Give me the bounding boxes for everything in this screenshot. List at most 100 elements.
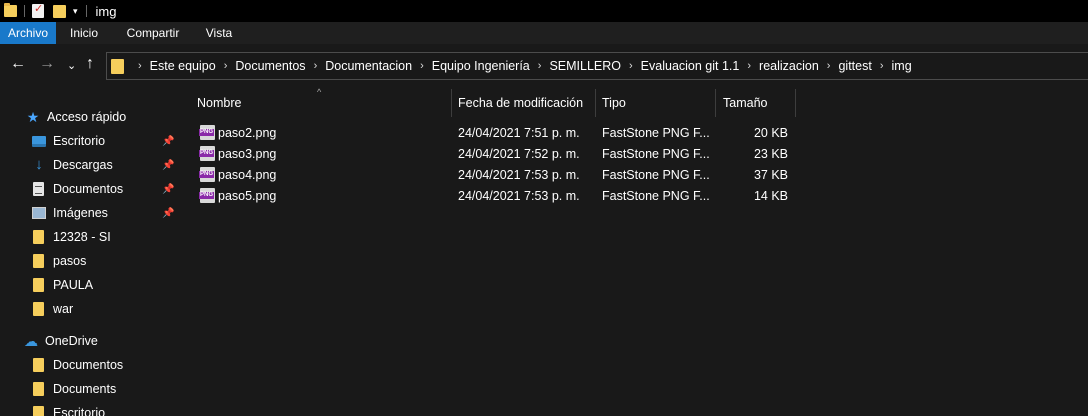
- column-header-tipo[interactable]: Tipo: [602, 89, 626, 117]
- chevron-right-icon[interactable]: ›: [138, 60, 142, 72]
- breadcrumb-realizacion[interactable]: realizacion: [759, 59, 819, 73]
- chevron-right-icon[interactable]: ›: [747, 60, 751, 72]
- file-name: paso4.png: [218, 167, 277, 182]
- sidebar-item-descargas[interactable]: ↓ Descargas 📌: [0, 153, 180, 177]
- sidebar-item-imagenes[interactable]: Imágenes 📌: [0, 201, 180, 225]
- sidebar-item-label: Documentos: [53, 358, 124, 372]
- breadcrumb-este-equipo[interactable]: Este equipo: [150, 59, 216, 73]
- file-type: FastStone PNG F...: [602, 188, 710, 203]
- file-type: FastStone PNG F...: [602, 125, 710, 140]
- chevron-right-icon[interactable]: ›: [827, 60, 831, 72]
- folder-icon: [111, 58, 124, 74]
- recent-locations-chevron-down-icon[interactable]: ⌄: [67, 59, 76, 72]
- folder-icon: [33, 406, 44, 416]
- sidebar-item-onedrive-escritorio[interactable]: Escritorio: [0, 401, 180, 416]
- sidebar-item-escritorio[interactable]: Escritorio 📌: [0, 129, 180, 153]
- sidebar-item-label: Documents: [53, 382, 117, 396]
- column-header-tamano[interactable]: Tamaño: [723, 89, 767, 117]
- tab-vista[interactable]: Vista: [194, 22, 244, 44]
- tab-inicio[interactable]: Inicio: [56, 22, 112, 44]
- png-file-icon: [199, 188, 215, 203]
- sidebar-item-12328-si[interactable]: 12328 - SI: [0, 225, 180, 249]
- chevron-right-icon[interactable]: ›: [420, 60, 424, 72]
- up-arrow-icon[interactable]: ↑: [86, 55, 94, 73]
- window-title: img: [95, 3, 117, 19]
- column-header-fecha[interactable]: Fecha de modificación: [458, 89, 583, 117]
- column-resize-handle[interactable]: [795, 89, 796, 117]
- file-size: 23 KB: [753, 146, 788, 161]
- sidebar-item-onedrive-documents[interactable]: Documents: [0, 377, 180, 401]
- file-name: paso2.png: [218, 125, 277, 140]
- folder-icon: [33, 254, 44, 268]
- documents-icon: [33, 182, 44, 196]
- sidebar-item-pasos[interactable]: pasos: [0, 249, 180, 273]
- chevron-right-icon[interactable]: ›: [538, 60, 542, 72]
- breadcrumb-documentos[interactable]: Documentos: [235, 59, 305, 73]
- file-row-paso4[interactable]: paso4.png 24/04/2021 7:53 p. m. FastSton…: [180, 164, 1088, 185]
- png-file-icon: [199, 125, 215, 140]
- png-file-icon: [199, 167, 215, 182]
- folder-icon: [33, 278, 44, 292]
- file-date: 24/04/2021 7:53 p. m.: [458, 167, 580, 182]
- sidebar-item-label: Escritorio: [53, 134, 106, 148]
- pin-icon: 📌: [162, 207, 175, 219]
- file-name: paso5.png: [218, 188, 277, 203]
- column-header-nombre[interactable]: Nombre: [197, 89, 241, 117]
- file-type: FastStone PNG F...: [602, 146, 710, 161]
- column-resize-handle[interactable]: [715, 89, 716, 117]
- sidebar-item-label: Documentos: [53, 182, 124, 196]
- chevron-right-icon[interactable]: ›: [880, 60, 884, 72]
- pin-icon: 📌: [162, 183, 175, 195]
- file-size: 37 KB: [753, 167, 788, 182]
- address-bar[interactable]: › Este equipo › Documentos › Documentaci…: [106, 52, 1088, 80]
- sidebar-item-onedrive[interactable]: ☁ OneDrive: [0, 329, 180, 353]
- sidebar-item-label: Acceso rápido: [47, 110, 127, 124]
- sidebar-item-acceso-rapido[interactable]: ★ Acceso rápido: [0, 105, 180, 129]
- folder-icon: [33, 230, 44, 244]
- pictures-icon: [32, 207, 46, 219]
- sidebar-item-onedrive-documentos[interactable]: Documentos: [0, 353, 180, 377]
- sidebar-item-label: OneDrive: [45, 334, 98, 348]
- cloud-icon: ☁: [24, 333, 38, 349]
- forward-arrow-icon[interactable]: →: [39, 55, 55, 73]
- file-row-paso5[interactable]: paso5.png 24/04/2021 7:53 p. m. FastSton…: [180, 185, 1088, 206]
- file-size: 20 KB: [753, 125, 788, 140]
- folder-icon: [33, 382, 44, 396]
- sidebar-item-label: 12328 - SI: [53, 230, 111, 244]
- sidebar-item-label: Imágenes: [53, 206, 108, 220]
- sidebar-item-label: Descargas: [53, 158, 113, 172]
- breadcrumb-documentacion[interactable]: Documentacion: [325, 59, 412, 73]
- chevron-right-icon[interactable]: ›: [629, 60, 633, 72]
- file-name: paso3.png: [218, 146, 277, 161]
- new-folder-icon[interactable]: [53, 4, 66, 18]
- title-bar: ▾ img: [0, 0, 1088, 22]
- breadcrumb-img[interactable]: img: [892, 59, 912, 73]
- folder-icon: [4, 3, 17, 17]
- file-row-paso2[interactable]: paso2.png 24/04/2021 7:51 p. m. FastSton…: [180, 122, 1088, 143]
- quick-access-separator: [24, 5, 25, 17]
- breadcrumb-equipo-ingenieria[interactable]: Equipo Ingeniería: [432, 59, 530, 73]
- customize-quick-access-dropdown-icon[interactable]: ▾: [73, 6, 78, 17]
- sidebar-item-paula[interactable]: PAULA: [0, 273, 180, 297]
- pin-icon: 📌: [162, 135, 175, 147]
- file-list: ^ Nombre Fecha de modificación Tipo Tama…: [180, 87, 1088, 416]
- navigation-bar: ← → ⌄ ↑ › Este equipo › Documentos › Doc…: [0, 44, 1088, 89]
- column-resize-handle[interactable]: [451, 89, 452, 117]
- breadcrumb-semillero[interactable]: SEMILLERO: [549, 59, 621, 73]
- title-separator: [85, 5, 87, 17]
- sidebar-item-documentos[interactable]: Documentos 📌: [0, 177, 180, 201]
- sidebar-item-war[interactable]: war: [0, 297, 180, 321]
- file-date: 24/04/2021 7:53 p. m.: [458, 188, 580, 203]
- chevron-right-icon[interactable]: ›: [224, 60, 228, 72]
- file-row-paso3[interactable]: paso3.png 24/04/2021 7:52 p. m. FastSton…: [180, 143, 1088, 164]
- tab-compartir[interactable]: Compartir: [112, 22, 194, 44]
- breadcrumb-evaluacion-git[interactable]: Evaluacion git 1.1: [641, 59, 740, 73]
- navigation-pane: ★ Acceso rápido Escritorio 📌 ↓ Descargas…: [0, 89, 180, 416]
- properties-icon[interactable]: [32, 2, 44, 18]
- tab-archivo[interactable]: Archivo: [0, 22, 56, 44]
- breadcrumb-gittest[interactable]: gittest: [838, 59, 871, 73]
- chevron-right-icon[interactable]: ›: [314, 60, 318, 72]
- ribbon-tabs: Archivo Inicio Compartir Vista: [0, 22, 1088, 44]
- column-resize-handle[interactable]: [595, 89, 596, 117]
- back-arrow-icon[interactable]: ←: [10, 55, 26, 73]
